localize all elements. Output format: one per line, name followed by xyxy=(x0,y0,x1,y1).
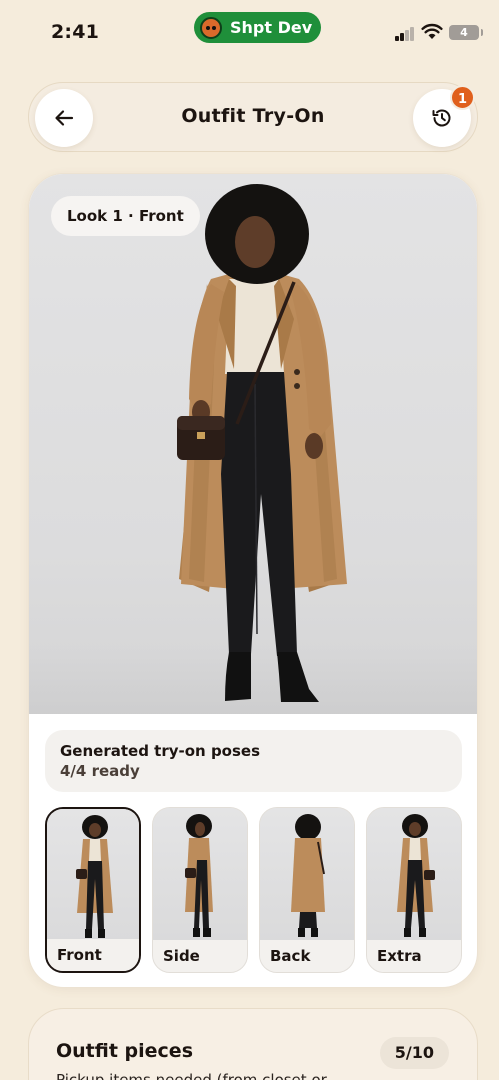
pose-thumbnails: Front Side Back Extra xyxy=(45,807,465,973)
page-title: Outfit Try-On xyxy=(181,105,325,127)
pose-label: Back xyxy=(260,940,354,972)
history-count-badge: 1 xyxy=(450,85,475,110)
battery-icon: 4 xyxy=(449,25,483,40)
poses-status: 4/4 ready xyxy=(60,762,140,780)
model-figure xyxy=(177,184,347,702)
dev-build-label: Shpt Dev xyxy=(230,18,313,37)
outfit-pieces-card: Outfit pieces 5/10 Pickup items needed (… xyxy=(28,1008,478,1080)
outfit-pieces-description: Pickup items needed (from closet or xyxy=(56,1071,327,1080)
pose-thumbnail-front[interactable]: Front xyxy=(45,807,141,973)
pose-label: Front xyxy=(47,939,139,971)
look-label: Look 1 · Front xyxy=(51,196,200,236)
status-time: 2:41 xyxy=(51,21,100,43)
wifi-icon xyxy=(421,23,443,39)
tryon-preview-image[interactable]: Look 1 · Front xyxy=(29,174,477,714)
outfit-pieces-title: Outfit pieces xyxy=(56,1040,193,1062)
screen: 2:41 Shpt Dev 4 Outfit Try-On 1 Look 1 ·… xyxy=(0,0,499,1080)
history-icon xyxy=(432,109,451,127)
pose-thumbnail-back[interactable]: Back xyxy=(259,807,355,973)
pose-label: Side xyxy=(153,940,247,972)
dev-build-pill[interactable]: Shpt Dev xyxy=(194,12,321,43)
top-bar: Outfit Try-On 1 xyxy=(28,82,478,152)
cellular-signal-icon xyxy=(395,27,415,41)
pose-thumbnail-extra[interactable]: Extra xyxy=(366,807,462,973)
pose-thumbnail-side[interactable]: Side xyxy=(152,807,248,973)
dev-avatar-icon xyxy=(200,16,222,39)
outfit-pieces-count-badge: 5/10 xyxy=(379,1037,449,1069)
poses-title: Generated try-on poses xyxy=(60,742,261,760)
pose-label: Extra xyxy=(367,940,461,972)
tryon-card: Look 1 · Front Generated try-on poses 4/… xyxy=(28,173,478,988)
generated-poses-summary: Generated try-on poses 4/4 ready xyxy=(45,730,462,792)
